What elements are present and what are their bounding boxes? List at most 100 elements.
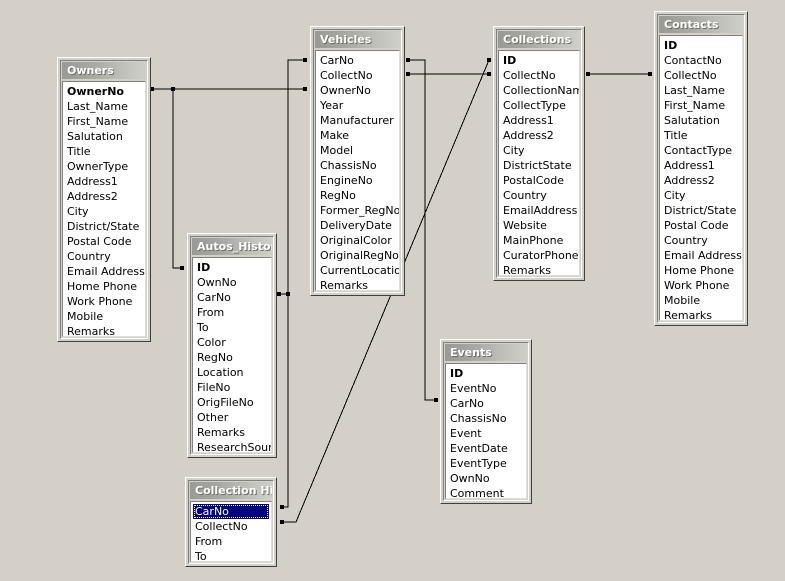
field-row[interactable]: OriginalColor bbox=[316, 233, 399, 248]
relationship-line-owners-autos_history[interactable] bbox=[173, 89, 182, 268]
field-row[interactable]: Title bbox=[63, 144, 145, 159]
field-row[interactable]: Email Address bbox=[63, 264, 145, 279]
field-row[interactable]: To bbox=[191, 549, 271, 562]
field-row[interactable]: Comment bbox=[446, 486, 526, 499]
field-row[interactable]: OwnerNo bbox=[316, 83, 399, 98]
field-row[interactable]: OrigFileNo bbox=[193, 395, 271, 410]
field-row[interactable]: DeliveryDate bbox=[316, 218, 399, 233]
field-row[interactable]: CuratorPhone bbox=[499, 248, 579, 263]
field-row[interactable]: Country bbox=[63, 249, 145, 264]
field-row[interactable]: Remarks bbox=[63, 324, 145, 337]
table-title-events[interactable]: Events bbox=[445, 344, 527, 361]
field-row[interactable]: EventType bbox=[446, 456, 526, 471]
field-row[interactable]: Address2 bbox=[499, 128, 579, 143]
field-row[interactable]: Salutation bbox=[63, 129, 145, 144]
table-title-owners[interactable]: Owners bbox=[62, 62, 146, 79]
field-row[interactable]: EngineNo bbox=[316, 173, 399, 188]
field-row[interactable]: Work Phone bbox=[63, 294, 145, 309]
field-row[interactable]: CarNo bbox=[316, 53, 399, 68]
field-row[interactable]: Mobile bbox=[63, 309, 145, 324]
field-row[interactable]: District/State bbox=[660, 203, 742, 218]
field-row[interactable]: FileNo bbox=[193, 380, 271, 395]
field-row[interactable]: MainPhone bbox=[499, 233, 579, 248]
field-row[interactable]: Other bbox=[193, 410, 271, 425]
field-row[interactable]: Website bbox=[499, 218, 579, 233]
field-row[interactable]: CollectNo bbox=[191, 519, 271, 534]
field-row[interactable]: Home Phone bbox=[63, 279, 145, 294]
field-row[interactable]: Country bbox=[660, 233, 742, 248]
table-title-contacts[interactable]: Contacts bbox=[659, 16, 743, 33]
field-row[interactable]: DistrictState bbox=[499, 158, 579, 173]
field-row[interactable]: Address1 bbox=[63, 174, 145, 189]
field-row[interactable]: Salutation bbox=[660, 113, 742, 128]
field-row[interactable]: Address1 bbox=[499, 113, 579, 128]
field-row[interactable]: Remarks bbox=[193, 425, 271, 440]
relationship-line-autos_history-vehicles[interactable] bbox=[279, 60, 305, 294]
field-row[interactable]: Postal Code bbox=[63, 234, 145, 249]
field-row[interactable]: Location bbox=[193, 365, 271, 380]
field-row[interactable]: Last_Name bbox=[63, 99, 145, 114]
field-row[interactable]: CollectNo bbox=[316, 68, 399, 83]
field-row[interactable]: CollectNo bbox=[499, 68, 579, 83]
field-row[interactable]: Home Phone bbox=[660, 263, 742, 278]
field-row[interactable]: CarNo bbox=[193, 290, 271, 305]
relationship-line-autos_history-collection_hist[interactable] bbox=[282, 294, 288, 507]
table-title-autos_history[interactable]: Autos_History bbox=[192, 238, 272, 255]
field-row[interactable]: PostalCode bbox=[499, 173, 579, 188]
field-row[interactable]: ID bbox=[193, 260, 271, 275]
table-window-events[interactable]: Events IDEventNoCarNoChassisNoEventEventD… bbox=[440, 339, 532, 504]
table-title-collection_hist[interactable]: Collection His... bbox=[190, 482, 272, 499]
field-row[interactable]: Postal Code bbox=[660, 218, 742, 233]
field-row[interactable]: Event bbox=[446, 426, 526, 441]
field-row[interactable]: Former_RegNo bbox=[316, 203, 399, 218]
table-window-contacts[interactable]: ContactsIDContactNoCollectNoLast_NameFir… bbox=[654, 11, 748, 326]
field-row[interactable]: ContactType bbox=[660, 143, 742, 158]
field-row[interactable]: Model bbox=[316, 143, 399, 158]
field-row[interactable]: ChassisNo bbox=[446, 411, 526, 426]
field-row[interactable]: Title bbox=[660, 128, 742, 143]
field-row[interactable]: From bbox=[191, 534, 271, 549]
field-row[interactable]: City bbox=[660, 188, 742, 203]
field-row[interactable]: CollectNo bbox=[660, 68, 742, 83]
field-row[interactable]: Email Address bbox=[660, 248, 742, 263]
field-row[interactable]: OriginalRegNo bbox=[316, 248, 399, 263]
table-window-owners[interactable]: Owners OwnerNoLast_NameFirst_NameSalutati… bbox=[57, 57, 151, 342]
field-row[interactable]: OwnNo bbox=[446, 471, 526, 486]
field-row[interactable]: First_Name bbox=[660, 98, 742, 113]
field-row[interactable]: To bbox=[193, 320, 271, 335]
field-row[interactable]: RegNo bbox=[316, 188, 399, 203]
field-row[interactable]: ID bbox=[446, 366, 526, 381]
field-row[interactable]: OwnerNo bbox=[63, 84, 145, 99]
field-row[interactable]: District/State bbox=[63, 219, 145, 234]
field-row[interactable]: Country bbox=[499, 188, 579, 203]
field-row[interactable]: Year bbox=[316, 98, 399, 113]
table-title-collections[interactable]: Collections bbox=[498, 31, 580, 48]
field-row[interactable]: CarNo bbox=[446, 396, 526, 411]
field-row[interactable]: From bbox=[193, 305, 271, 320]
relationship-line-vehicles-events[interactable] bbox=[408, 60, 436, 400]
table-title-vehicles[interactable]: Vehicles bbox=[315, 31, 400, 48]
field-row[interactable]: Remarks bbox=[499, 263, 579, 276]
field-row[interactable]: Remarks bbox=[660, 308, 742, 321]
table-window-collection_hist[interactable]: Collection His... CarNoCollectNoFromTo bbox=[185, 477, 277, 567]
field-row[interactable]: RegNo bbox=[193, 350, 271, 365]
field-row[interactable]: OwnerType bbox=[63, 159, 145, 174]
field-row[interactable]: EventNo bbox=[446, 381, 526, 396]
field-row[interactable]: ContactNo bbox=[660, 53, 742, 68]
field-row[interactable]: Color bbox=[193, 335, 271, 350]
field-row[interactable]: Address1 bbox=[660, 158, 742, 173]
field-row[interactable]: OwnNo bbox=[193, 275, 271, 290]
field-row[interactable]: CarNo bbox=[193, 504, 269, 519]
field-row[interactable]: City bbox=[63, 204, 145, 219]
field-row[interactable]: ResearchSource bbox=[193, 440, 271, 453]
field-row[interactable]: ID bbox=[499, 53, 579, 68]
field-row[interactable]: EmailAddress bbox=[499, 203, 579, 218]
field-row[interactable]: Last_Name bbox=[660, 83, 742, 98]
field-row[interactable]: Work Phone bbox=[660, 278, 742, 293]
table-window-collections[interactable]: CollectionsIDCollectNoCollectionNameColl… bbox=[493, 26, 585, 281]
table-window-vehicles[interactable]: Vehicles CarNoCollectNoOwnerNoYearManufac… bbox=[310, 26, 405, 296]
field-row[interactable]: Remarks bbox=[316, 278, 399, 291]
field-row[interactable]: First_Name bbox=[63, 114, 145, 129]
field-row[interactable]: Manufacturer bbox=[316, 113, 399, 128]
field-row[interactable]: EventDate bbox=[446, 441, 526, 456]
